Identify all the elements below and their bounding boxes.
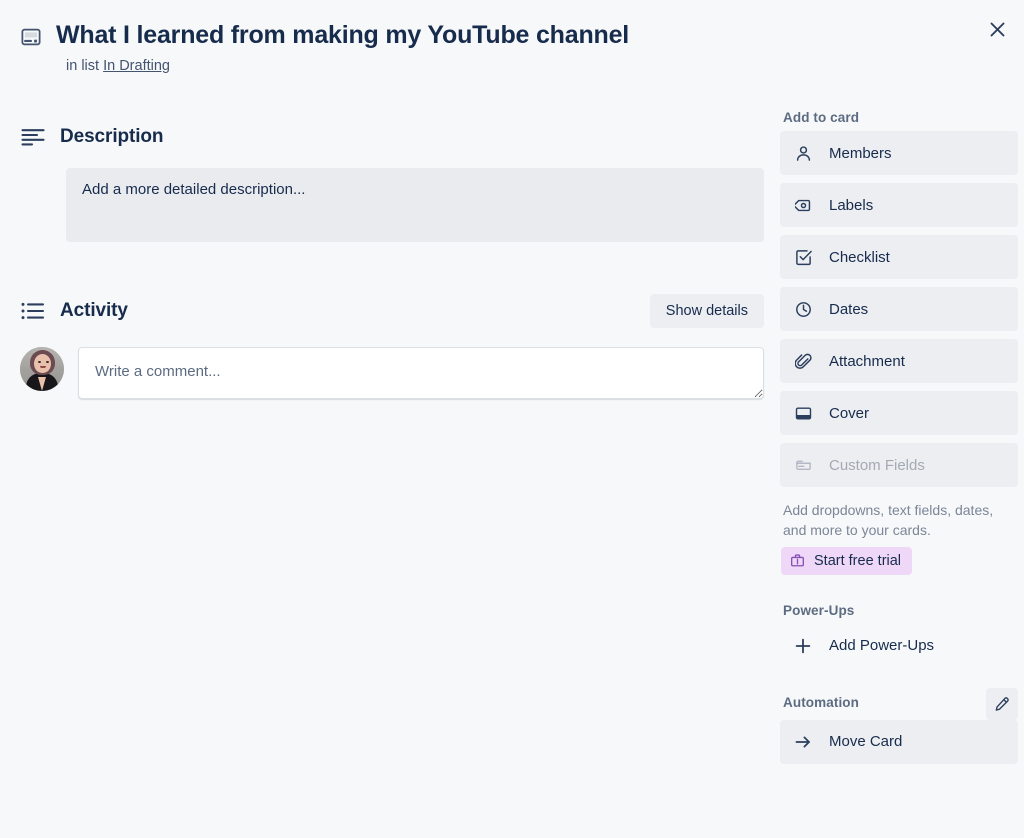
automation-heading-row: Automation	[780, 687, 1018, 720]
card-detail-dialog: What I learned from making my YouTube ch…	[0, 0, 1024, 838]
sidebar-item-label: Attachment	[829, 352, 905, 370]
sidebar-item-label: Cover	[829, 404, 870, 422]
checkbox-icon	[794, 249, 812, 266]
automation-item-move-card[interactable]: Move Card	[780, 719, 1018, 764]
comment-input[interactable]	[78, 347, 764, 399]
tag-icon	[794, 197, 812, 214]
sidebar-item-cover[interactable]: Cover	[780, 391, 1018, 435]
paperclip-icon	[794, 353, 812, 370]
avatar-face	[34, 354, 51, 373]
cover-icon	[794, 405, 812, 422]
custom-fields-upsell-text: Add dropdowns, text fields, dates, and m…	[783, 502, 994, 539]
sidebar-item-members[interactable]: Members	[780, 131, 1018, 175]
start-free-trial-label: Start free trial	[814, 552, 902, 569]
sidebar-item-labels[interactable]: Labels	[780, 183, 1018, 227]
description-section-header: Description	[20, 118, 764, 156]
in-list-prefix: in list	[66, 58, 100, 75]
sidebar-item-label: Members	[829, 144, 892, 162]
add-power-ups-label: Add Power-Ups	[829, 637, 935, 655]
description-lines-icon	[20, 128, 46, 146]
description-block: Add a more detailed description...	[20, 168, 764, 242]
card-header: What I learned from making my YouTube ch…	[0, 0, 780, 74]
sidebar-item-dates[interactable]: Dates	[780, 287, 1018, 331]
start-free-trial-button[interactable]: Start free trial	[781, 546, 913, 575]
sidebar-item-custom-fields[interactable]: Custom Fields	[780, 443, 1018, 487]
card-title[interactable]: What I learned from making my YouTube ch…	[56, 18, 629, 51]
activity-section-header: Activity Show details	[20, 292, 764, 330]
show-details-button[interactable]: Show details	[649, 294, 764, 328]
card-title-row: What I learned from making my YouTube ch…	[20, 18, 756, 51]
briefcase-icon	[790, 553, 805, 568]
person-icon	[794, 145, 812, 162]
card-main-column: Description Add a more detailed descript…	[0, 118, 780, 399]
sidebar-item-attachment[interactable]: Attachment	[780, 339, 1018, 383]
automation-item-label: Move Card	[829, 733, 903, 751]
power-ups-heading: Power-Ups	[783, 602, 855, 618]
power-ups-group: Power-Ups Add Power-Ups	[780, 599, 1018, 668]
sidebar-item-label: Dates	[829, 300, 869, 318]
clock-icon	[794, 301, 812, 318]
activity-list-icon	[20, 302, 46, 320]
sidebar-item-label: Custom Fields	[829, 456, 925, 474]
comment-composer-row	[20, 347, 764, 399]
card-template-icon	[20, 26, 42, 48]
list-name-link[interactable]: In Drafting	[103, 58, 170, 74]
card-sidebar: Add to card Members Labels Checklist Dat…	[780, 106, 1024, 772]
close-icon	[988, 20, 1007, 39]
add-to-card-heading: Add to card	[783, 110, 860, 125]
description-placeholder[interactable]: Add a more detailed description...	[66, 168, 764, 242]
description-heading: Description	[60, 126, 164, 147]
arrow-right-icon	[794, 733, 812, 751]
card-list-breadcrumb: in list In Drafting	[66, 58, 756, 74]
activity-heading: Activity	[60, 300, 128, 321]
activity-block: Activity Show details	[20, 292, 764, 399]
sidebar-item-label: Labels	[829, 196, 874, 214]
automation-group: Automation Move Card	[780, 687, 1018, 764]
close-dialog-button[interactable]	[980, 12, 1014, 46]
add-to-card-group: Add to card Members Labels Checklist Dat…	[780, 106, 1018, 575]
sidebar-item-label: Checklist	[829, 248, 890, 266]
automation-heading: Automation	[783, 695, 859, 711]
custom-fields-icon	[794, 457, 812, 474]
user-avatar[interactable]	[20, 347, 64, 391]
avatar-eye-right	[46, 361, 49, 363]
pencil-icon	[994, 696, 1010, 712]
avatar-eye-left	[38, 361, 41, 363]
plus-icon	[794, 637, 812, 655]
edit-automation-button[interactable]	[986, 687, 1018, 720]
sidebar-item-checklist[interactable]: Checklist	[780, 235, 1018, 279]
add-power-ups-button[interactable]: Add Power-Ups	[780, 624, 1018, 668]
